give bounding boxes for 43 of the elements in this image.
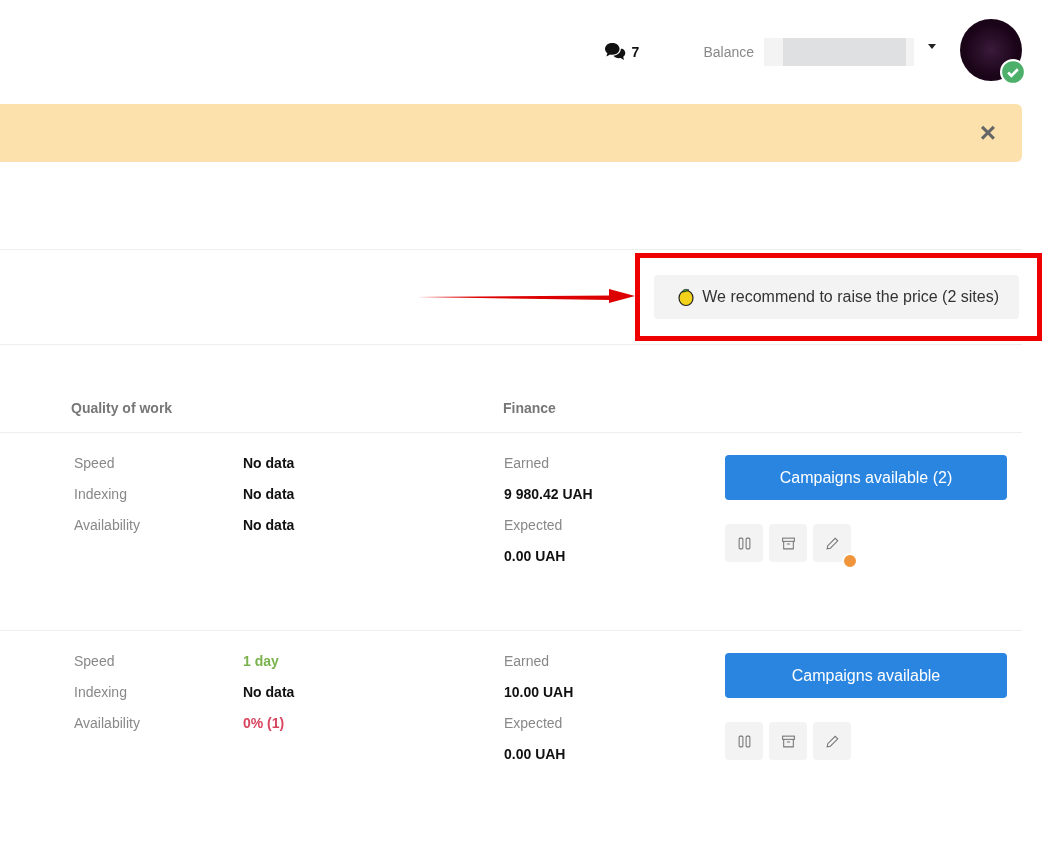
earned-label: Earned: [504, 653, 551, 670]
dropdown-caret-icon[interactable]: [928, 44, 936, 49]
metric-label: Speed: [74, 455, 116, 472]
column-heading: Finance: [503, 400, 556, 416]
column-heading: Quality of work: [71, 400, 174, 416]
expected-label: Expected: [504, 715, 564, 732]
archive-box-icon: [780, 535, 796, 551]
metric-value: No data: [243, 517, 295, 534]
earned-amount: 9 980.42 UAH: [504, 486, 594, 503]
pause-icon: [736, 733, 752, 749]
pause-button[interactable]: [725, 722, 763, 760]
edit-button[interactable]: [813, 524, 851, 562]
close-button[interactable]: ×: [979, 119, 996, 147]
metric-label: Indexing: [74, 684, 128, 701]
pause-button[interactable]: [725, 524, 763, 562]
earned-amount: 10.00 UAH: [504, 684, 575, 701]
archive-button[interactable]: [769, 524, 807, 562]
pencil-icon: [824, 733, 840, 749]
pencil-icon: [824, 535, 840, 551]
campaigns-button[interactable]: Campaigns available (2): [725, 455, 1007, 500]
metric-label: Availability: [74, 517, 141, 534]
chat-bubbles-icon[interactable]: [603, 42, 626, 62]
archive-box-icon: [780, 733, 796, 749]
message-count: 7: [631, 44, 640, 60]
pause-icon: [736, 535, 752, 551]
metric-value: No data: [243, 455, 295, 472]
metric-label: Indexing: [74, 486, 128, 503]
campaigns-button[interactable]: Campaigns available: [725, 653, 1007, 698]
edit-button[interactable]: [813, 722, 851, 760]
metric-value: No data: [243, 486, 295, 503]
lemon-icon: [676, 287, 697, 307]
expected-label: Expected: [504, 517, 564, 534]
recommend-price-button[interactable]: We recommend to raise the price (2 sites): [654, 275, 1019, 319]
expected-amount: 0.00 UAH: [504, 548, 567, 565]
metric-value: No data: [243, 684, 295, 701]
metric-label: Speed: [74, 653, 116, 670]
balance-label: Balance: [703, 44, 754, 60]
metric-value: 1 day: [243, 653, 279, 670]
metric-label: Availability: [74, 715, 141, 732]
archive-button[interactable]: [769, 722, 807, 760]
metric-value: 0% (1): [243, 715, 285, 732]
expected-amount: 0.00 UAH: [504, 746, 567, 763]
earned-label: Earned: [504, 455, 551, 472]
